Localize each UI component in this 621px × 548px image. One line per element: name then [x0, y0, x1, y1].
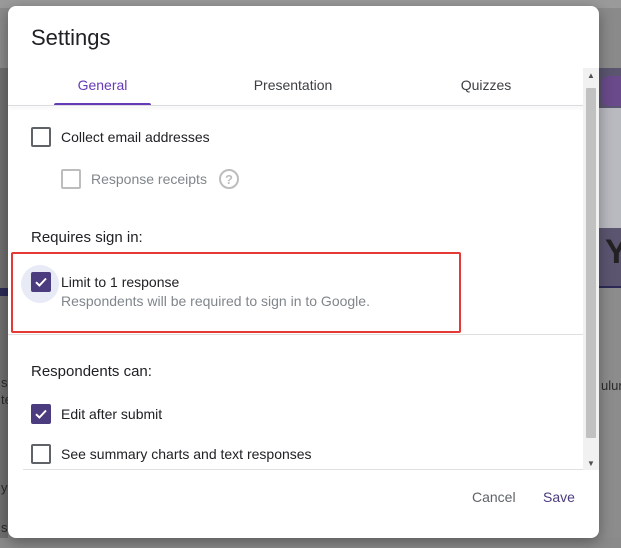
see-summary-checkbox[interactable]	[31, 444, 51, 464]
tab-quizzes[interactable]: Quizzes	[408, 64, 564, 106]
edit-after-submit-label: Edit after submit	[61, 406, 163, 422]
edit-after-submit-checkbox[interactable]	[31, 404, 51, 424]
scrollbar-thumb[interactable]	[586, 88, 596, 438]
save-button[interactable]: Save	[543, 489, 575, 505]
response-receipts-label: Response receipts	[91, 171, 207, 187]
background-left-text: y	[1, 480, 8, 495]
settings-content: Collect email addresses Response receipt…	[8, 106, 583, 469]
background-right-lower: ulun	[599, 288, 621, 538]
cancel-button[interactable]: Cancel	[472, 489, 516, 505]
checkmark-icon	[35, 409, 47, 419]
scroll-down-icon[interactable]: ▼	[583, 456, 599, 470]
tab-bar: General Presentation Quizzes	[8, 64, 583, 106]
collect-email-checkbox[interactable]	[31, 127, 51, 147]
highlight-annotation	[11, 252, 461, 333]
collect-email-row[interactable]: Collect email addresses	[31, 127, 210, 147]
help-icon[interactable]: ?	[218, 169, 239, 189]
collect-email-label: Collect email addresses	[61, 129, 210, 145]
background-right-image: Y	[599, 68, 621, 294]
tab-presentation[interactable]: Presentation	[218, 64, 368, 106]
response-receipts-row: Response receipts ?	[61, 169, 239, 189]
scrollbar[interactable]: ▲ ▼	[583, 68, 599, 470]
see-summary-label: See summary charts and text responses	[61, 446, 312, 462]
requires-sign-in-heading: Requires sign in:	[31, 229, 143, 246]
respondents-can-heading: Respondents can:	[31, 363, 152, 380]
settings-dialog: Settings General Presentation Quizzes Co…	[8, 6, 599, 538]
dialog-title: Settings	[31, 25, 111, 50]
background-right-text: ulun	[601, 378, 621, 393]
background-letter: Y	[605, 233, 621, 271]
response-receipts-checkbox	[61, 169, 81, 189]
background-left-text: s	[1, 375, 8, 390]
scroll-up-icon[interactable]: ▲	[583, 68, 599, 82]
tab-general[interactable]: General	[54, 64, 151, 106]
see-summary-row[interactable]: See summary charts and text responses	[31, 444, 312, 464]
edit-after-submit-row[interactable]: Edit after submit	[31, 404, 162, 424]
